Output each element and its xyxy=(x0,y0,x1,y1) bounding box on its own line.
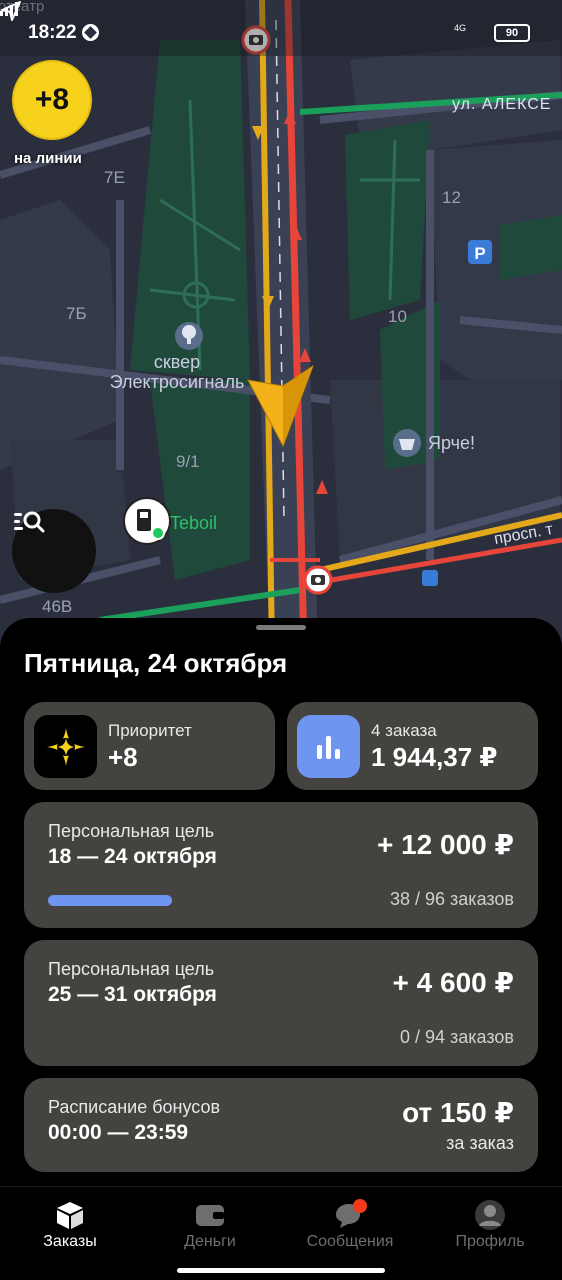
nav-tab-money[interactable]: Деньги xyxy=(140,1187,280,1257)
nav-label-money: Деньги xyxy=(184,1233,236,1250)
priority-card[interactable]: Приоритет +8 xyxy=(24,702,275,790)
personal-goal-card[interactable]: Персональная цель 18 — 24 октября + 12 0… xyxy=(24,802,538,928)
goal-progress-bar xyxy=(48,895,172,906)
nav-tab-messages[interactable]: Сообщения xyxy=(280,1187,420,1257)
bottom-sheet: Пятница, 24 октября Приоритет +8 4 заказ… xyxy=(0,618,562,1280)
app-status-icon xyxy=(82,24,99,41)
goal-dates: 18 — 24 октября xyxy=(48,845,217,868)
bar-chart-icon xyxy=(297,715,360,778)
nav-label-orders: Заказы xyxy=(43,1233,97,1250)
schedule-amount: от 150 ₽ xyxy=(402,1097,514,1128)
priority-caption: на линии xyxy=(14,150,82,167)
goal-dates: 25 — 31 октября xyxy=(48,983,217,1006)
goal-amount: + 4 600 ₽ xyxy=(392,967,514,998)
search-orders-button[interactable] xyxy=(12,509,96,593)
signal-icon xyxy=(0,2,18,16)
priority-badge-value: +8 xyxy=(34,83,70,116)
chat-bubble-icon xyxy=(336,1199,367,1228)
street-label-top: ул. АЛЕКСЕ xyxy=(452,96,552,113)
status-time: 18:22 xyxy=(28,22,77,43)
nav-label-messages: Сообщения xyxy=(306,1233,394,1250)
avatar xyxy=(475,1200,505,1230)
orders-card-value: 1 944,37 ₽ xyxy=(371,742,498,772)
map-view[interactable]: P отеатр ул. АЛЕКСЕ просп. т 7Е 12 7Б 10… xyxy=(0,0,562,650)
goal-amount: + 12 000 ₽ xyxy=(376,829,514,860)
goal-count: 38 / 96 заказов xyxy=(389,889,514,909)
priority-card-value: +8 xyxy=(108,742,138,772)
bottom-navigation: Заказы Деньги Сообщения Профиль xyxy=(0,1186,562,1280)
network-type: 4G xyxy=(454,23,467,33)
svg-text:P: P xyxy=(474,244,485,263)
personal-goal-card[interactable]: Персональная цель 25 — 31 октября + 4 60… xyxy=(24,940,538,1066)
building-label: 7Е xyxy=(104,168,125,187)
building-label: 7Б xyxy=(66,304,87,323)
goal-count: 0 / 94 заказов xyxy=(399,1027,514,1047)
sheet-title: Пятница, 24 октября xyxy=(24,648,288,678)
park-label-line2: Электросигналь xyxy=(109,372,245,392)
bonus-schedule-card[interactable]: Расписание бонусов 00:00 — 23:59 от 150 … xyxy=(24,1078,538,1172)
building-label: 10 xyxy=(388,307,407,326)
goal-label: Персональная цель xyxy=(48,821,215,841)
shop-label: Ярче! xyxy=(428,433,476,453)
sheet-drag-handle[interactable] xyxy=(256,625,306,630)
orders-card[interactable]: 4 заказа 1 944,37 ₽ xyxy=(287,702,538,790)
orders-card-label: 4 заказа xyxy=(371,721,437,740)
battery-indicator: 90 xyxy=(494,24,530,42)
schedule-time: 00:00 — 23:59 xyxy=(48,1121,189,1144)
nav-tab-orders[interactable]: Заказы xyxy=(0,1187,140,1257)
goal-label: Персональная цель xyxy=(48,959,215,979)
box-icon xyxy=(57,1202,83,1229)
building-label: 46В xyxy=(42,597,73,616)
schedule-label: Расписание бонусов xyxy=(48,1097,221,1117)
nav-label-profile: Профиль xyxy=(455,1233,525,1250)
wallet-icon xyxy=(196,1205,224,1226)
unread-badge xyxy=(353,1199,367,1213)
park-label: сквер Электросигналь xyxy=(92,352,262,392)
fuel-label: Teboil xyxy=(170,513,218,533)
building-label: 12 xyxy=(442,188,461,207)
priority-star-icon xyxy=(34,715,97,778)
priority-card-label: Приоритет xyxy=(108,721,192,740)
schedule-sub: за заказ xyxy=(446,1133,514,1153)
home-indicator[interactable] xyxy=(177,1268,385,1273)
list-search-icon xyxy=(14,511,45,533)
priority-badge[interactable]: +8 xyxy=(12,60,92,140)
status-bar: 18:22 4G 90 xyxy=(0,0,562,56)
park-label-line1: сквер xyxy=(153,352,201,372)
nav-tab-profile[interactable]: Профиль xyxy=(420,1187,560,1257)
building-label: 9/1 xyxy=(176,452,200,471)
